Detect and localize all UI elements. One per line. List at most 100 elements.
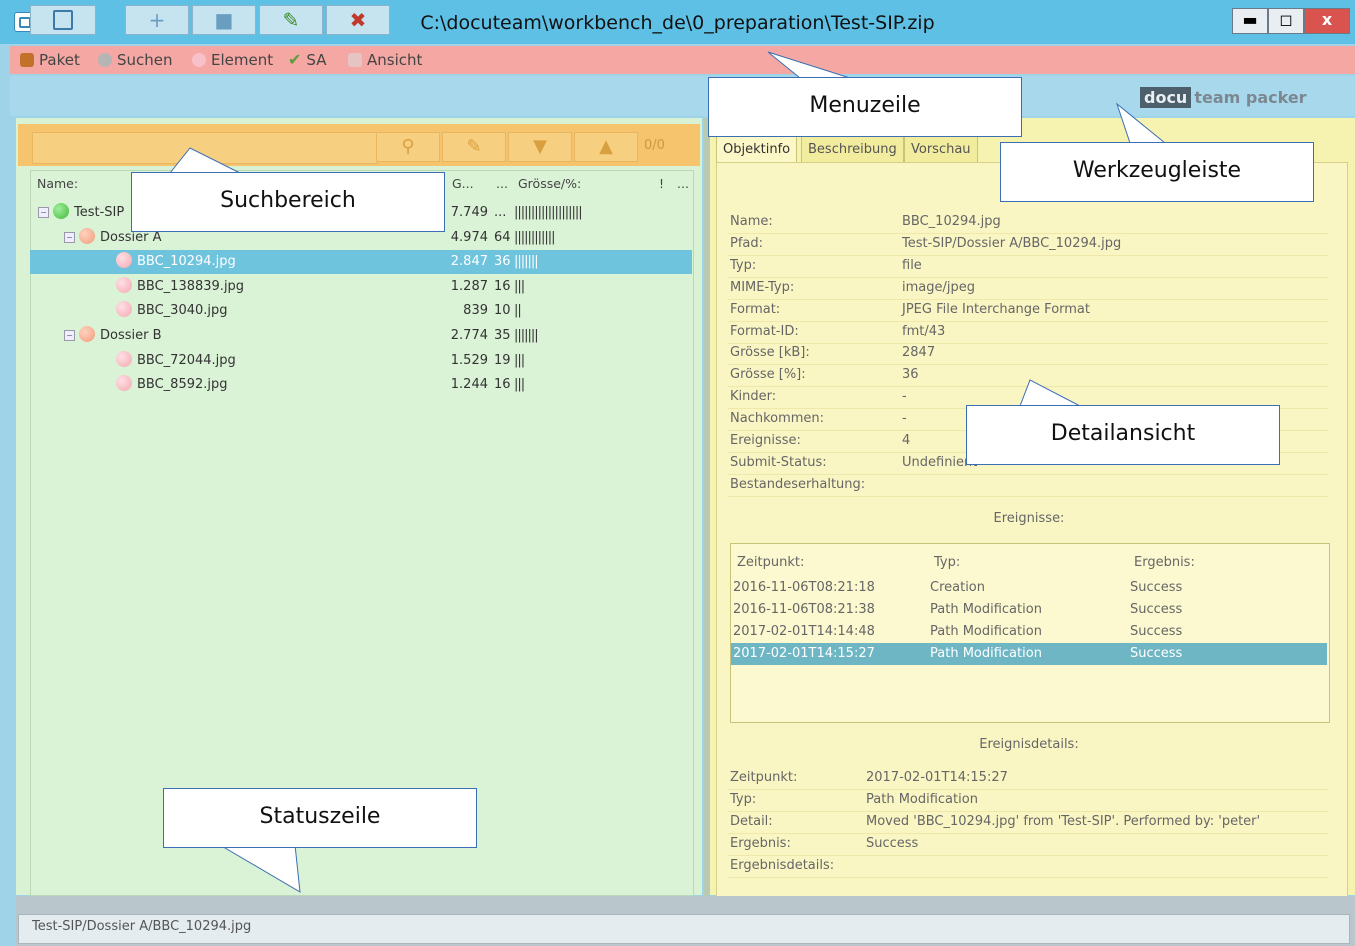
close-button[interactable]: x [1304, 8, 1350, 34]
callout-menuzeile: Menuzeile [708, 77, 1022, 137]
tree-node[interactable]: − Test-SIP [38, 201, 124, 225]
brand-logo-part-b: team packer [1194, 88, 1307, 107]
status-ball-icon [116, 276, 132, 293]
column-header-excl[interactable]: ! [659, 176, 664, 191]
menu-label: Suchen [117, 51, 173, 69]
event-result-cell: Success [1130, 624, 1183, 639]
event-details-section-title: Ereignisdetails: [979, 737, 1079, 752]
triangle-down-icon: ▼ [533, 136, 547, 157]
tree-node[interactable]: BBC_8592.jpg [90, 373, 228, 397]
tab-beschreibung[interactable]: Beschreibung [801, 136, 904, 163]
tree-percent-cell: 16 [494, 377, 511, 393]
column-header-dots[interactable]: ... [496, 176, 508, 191]
detail-key: Typ: [730, 257, 757, 273]
search-input[interactable] [32, 132, 378, 164]
event-row[interactable]: 2017-02-01T14:14:48 Path Modification Succ… [731, 621, 1327, 643]
detail-key: Grösse [%]: [730, 367, 806, 383]
view-icon [348, 53, 362, 67]
search-next-button[interactable]: ▼ [508, 132, 572, 162]
tree-node[interactable]: BBC_138839.jpg [90, 275, 244, 299]
delete-button[interactable]: ✖ [326, 5, 390, 35]
minimize-button[interactable]: ▬ [1232, 8, 1268, 34]
package-icon [20, 53, 34, 67]
expand-collapse-icon[interactable]: − [38, 207, 49, 218]
tree-size-bar: ||| [514, 352, 525, 368]
pencil-icon: ✎ [466, 136, 482, 157]
callout-statuszeile: Statuszeile [163, 788, 477, 848]
expand-collapse-icon[interactable]: − [64, 330, 75, 341]
detail-key: Kinder: [730, 389, 777, 405]
event-time-cell: 2017-02-01T14:14:48 [733, 624, 875, 639]
folder-button[interactable]: ■ [192, 5, 256, 35]
column-header-ergebnis[interactable]: Ergebnis: [1134, 552, 1195, 574]
detail-value: 2847 [902, 345, 936, 361]
tree-node-label: BBC_8592.jpg [137, 377, 228, 393]
event-detail-value: Success [866, 836, 919, 851]
detail-key: Bestandeserhaltung: [730, 476, 866, 492]
tree-row[interactable]: − Dossier B 2.774 35 ||||||| [30, 324, 692, 348]
maximize-button[interactable]: ◻ [1268, 8, 1304, 34]
tree-row[interactable]: BBC_138839.jpg 1.287 16 ||| [30, 275, 692, 299]
status-ball-icon [116, 375, 132, 392]
event-type-cell: Path Modification [930, 602, 1042, 617]
column-header-size[interactable]: Grösse/%: [518, 176, 581, 191]
tree-node[interactable]: BBC_72044.jpg [90, 349, 236, 373]
detail-key: Grösse [kB]: [730, 345, 810, 361]
detail-row: Grösse [kB]: 2847 [728, 342, 1328, 366]
add-button[interactable]: + [125, 5, 189, 35]
event-result-cell: Success [1130, 646, 1183, 661]
event-detail-value: Path Modification [866, 792, 978, 807]
pencil-icon: ✎ [282, 8, 300, 32]
element-ball-icon [192, 53, 206, 67]
search-prev-button[interactable]: ▲ [574, 132, 638, 162]
event-detail-row: Ergebnis: Success [728, 833, 1328, 856]
detail-key: Name: [730, 214, 773, 229]
tree-row[interactable]: BBC_72044.jpg 1.529 19 ||| [30, 349, 692, 373]
tree-node[interactable]: − Dossier B [64, 324, 162, 348]
event-detail-value: 2017-02-01T14:15:27 [866, 770, 1008, 785]
column-header-zeitpunkt[interactable]: Zeitpunkt: [737, 552, 804, 574]
menu-element[interactable]: Element [192, 46, 273, 74]
status-ball-icon [79, 326, 95, 342]
expand-collapse-icon[interactable]: − [64, 231, 75, 243]
events-header-row: Zeitpunkt: Typ: Ergebnis: [731, 552, 1327, 574]
edit-button[interactable]: ✎ [259, 5, 323, 35]
detail-key: Pfad: [730, 235, 764, 251]
tab-vorschau[interactable]: Vorschau [904, 136, 978, 163]
tree-size-cell: 839 [463, 303, 488, 319]
event-result-cell: Success [1130, 580, 1183, 595]
column-header-name[interactable]: Name: [37, 176, 78, 191]
tree-row[interactable]: BBC_10294.jpg 2.847 36 ||||||| [30, 250, 692, 275]
column-header-more[interactable]: ... [677, 176, 689, 191]
tree-node[interactable]: BBC_10294.jpg [90, 250, 236, 274]
tree-node[interactable]: BBC_3040.jpg [90, 299, 228, 323]
save-button[interactable] [30, 5, 96, 35]
detail-key: MIME-Typ: [730, 279, 795, 295]
menu-label: Ansicht [367, 51, 423, 69]
event-row[interactable]: 2016-11-06T08:21:18 Creation Success [731, 577, 1327, 599]
tree-row[interactable]: BBC_8592.jpg 1.244 16 ||| [30, 373, 692, 397]
search-button[interactable]: ⚲ [376, 132, 440, 162]
tree-row[interactable]: BBC_3040.jpg 839 10 || [30, 299, 692, 323]
menu-paket[interactable]: Paket [20, 46, 80, 74]
menu-sa[interactable]: ✔ SA [288, 46, 326, 74]
tab-objektinfo[interactable]: Objektinfo [716, 136, 798, 163]
tree-node-label: BBC_10294.jpg [137, 254, 236, 270]
menu-label: SA [306, 51, 327, 69]
search-match-count: 0/0 [644, 138, 665, 153]
column-header-g[interactable]: G... [452, 176, 474, 191]
tree-size-cell: 2.847 [450, 254, 488, 270]
tree-node-label: Test-SIP [74, 205, 125, 220]
column-header-typ[interactable]: Typ: [934, 552, 960, 574]
tree-node-label: BBC_138839.jpg [137, 278, 245, 294]
event-row[interactable]: 2017-02-01T14:15:27 Path Modification Succ… [731, 643, 1327, 665]
tree-size-cell: 2.774 [450, 328, 488, 343]
status-ball-icon [79, 227, 95, 244]
callout-detailansicht: Detailansicht [966, 405, 1280, 465]
menu-ansicht[interactable]: Ansicht [348, 46, 422, 74]
event-row[interactable]: 2016-11-06T08:21:38 Path Modification Succ… [731, 599, 1327, 621]
brand-logo-part-a: docu [1140, 87, 1192, 108]
search-mark-button[interactable]: ✎ [442, 132, 506, 162]
menu-suchen[interactable]: Suchen [98, 46, 173, 74]
detail-value: image/jpeg [902, 279, 975, 295]
